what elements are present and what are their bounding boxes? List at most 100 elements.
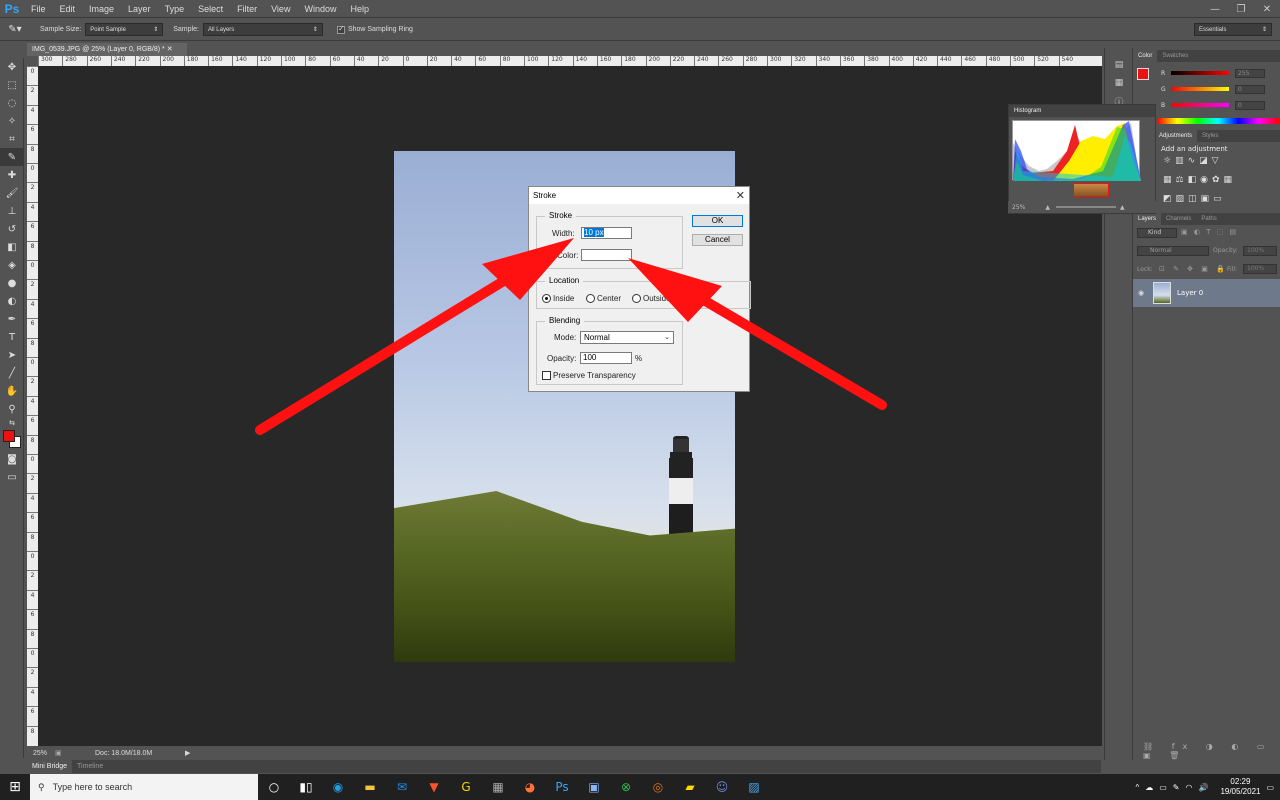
calculator-icon[interactable]: ▦ (482, 774, 514, 800)
width-input[interactable]: 10 px (581, 227, 632, 239)
cancel-button[interactable]: Cancel (692, 234, 743, 246)
layers-opacity-input[interactable]: 100% (1243, 246, 1277, 256)
exposure-icon[interactable]: ◪ (1199, 156, 1208, 166)
menu-window[interactable]: Window (297, 0, 343, 18)
menu-image[interactable]: Image (82, 0, 121, 18)
export-icon[interactable]: ▣ (55, 749, 65, 757)
tab-swatches[interactable]: Swatches (1157, 50, 1193, 62)
zoom-out-icon[interactable]: ▲ (1045, 204, 1052, 211)
status-menu-arrow-icon[interactable]: ▶ (185, 749, 190, 757)
taskbar-search-box[interactable]: ⚲ Type here to search (30, 774, 258, 800)
slider-r-track[interactable] (1171, 71, 1229, 75)
photo-filter-icon[interactable]: ◉ (1200, 175, 1208, 185)
curves-icon[interactable]: ∿ (1188, 156, 1196, 166)
tray-chevron-icon[interactable]: ^ (1135, 783, 1139, 792)
move-tool-icon[interactable]: ✥ (0, 58, 24, 76)
workspace-select[interactable]: Essentials ⇕ (1194, 23, 1272, 36)
slider-b[interactable]: B 0 (1161, 100, 1279, 110)
sample-select[interactable]: All Layers ⇕ (202, 23, 323, 36)
edge-icon[interactable]: ◉ (322, 774, 354, 800)
foreground-color-swatch[interactable] (3, 430, 15, 442)
menu-file[interactable]: File (24, 0, 53, 18)
pen-tool-icon[interactable]: ✒ (0, 310, 24, 328)
slider-b-track[interactable] (1171, 103, 1229, 107)
channel-b-value[interactable]: 0 (1235, 100, 1265, 110)
blender-icon[interactable]: ◎ (642, 774, 674, 800)
channel-g-value[interactable]: 0 (1235, 84, 1265, 94)
zoom-tool-icon[interactable]: ⚲ (0, 400, 24, 418)
show-sampling-ring-checkbox[interactable]: Show Sampling Ring (336, 24, 413, 34)
bw-icon[interactable]: ◧ (1188, 175, 1197, 185)
tab-channels[interactable]: Channels (1161, 213, 1196, 225)
photos-icon[interactable]: ▨ (738, 774, 770, 800)
gitkraken-icon[interactable]: G (450, 774, 482, 800)
eyedropper-tool-icon[interactable]: ✎ (0, 148, 24, 166)
channel-mixer-icon[interactable]: ✿ (1212, 175, 1220, 185)
layer-bottom-icons[interactable]: ⛓ fx ◑ ◐ ▭ ▣ 🗑 (1143, 742, 1280, 760)
remote-desktop-icon[interactable]: ▣ (578, 774, 610, 800)
tab-mini-bridge[interactable]: Mini Bridge (27, 760, 73, 773)
close-window-button[interactable]: ✕ (1254, 0, 1280, 18)
center-radio[interactable] (586, 294, 595, 303)
lasso-tool-icon[interactable]: ◌ (0, 94, 24, 112)
navigator-slider[interactable] (1055, 206, 1116, 208)
close-icon[interactable]: ✕ (167, 46, 173, 53)
hand-tool-icon[interactable]: ✋ (0, 382, 24, 400)
opacity-input[interactable]: 100 (580, 352, 632, 364)
quick-mask-icon[interactable]: ◙ (0, 450, 24, 468)
healing-brush-icon[interactable]: ✚ (0, 166, 24, 184)
tab-timeline[interactable]: Timeline (72, 763, 108, 770)
brush-tool-icon[interactable]: 🖌 (0, 184, 24, 202)
channel-r-value[interactable]: 255 (1235, 68, 1265, 78)
volume-icon[interactable]: 🔊 (1198, 783, 1208, 792)
windows-start-icon[interactable]: ⊞ (0, 774, 30, 800)
hue-sat-icon[interactable]: ▦ (1163, 175, 1172, 185)
menu-filter[interactable]: Filter (230, 0, 264, 18)
color-lookup-icon[interactable]: ▦ (1224, 175, 1233, 185)
document-tab[interactable]: IMG_0539.JPG @ 25% (Layer 0, RGB/8) * ✕ (27, 43, 187, 56)
stroke-color-swatch[interactable] (581, 249, 632, 261)
lock-icons[interactable]: ⊡ ✎ ✥ ▣ 🔒 (1159, 265, 1228, 273)
threshold-icon[interactable]: ◫ (1188, 194, 1197, 204)
inside-radio[interactable] (542, 294, 551, 303)
navigator-thumbnail[interactable] (1073, 183, 1109, 197)
layer-kind-filter[interactable]: Kind (1137, 228, 1177, 238)
ok-button[interactable]: OK (692, 215, 743, 227)
outside-radio[interactable] (632, 294, 641, 303)
sticky-notes-icon[interactable]: ▰ (674, 774, 706, 800)
slider-r[interactable]: R 255 (1161, 68, 1279, 78)
slider-g[interactable]: G 0 (1161, 84, 1279, 94)
zoom-level[interactable]: 25% (27, 750, 55, 757)
screen-mode-icon[interactable]: ▭ (0, 468, 24, 486)
vibrance-icon[interactable]: ▽ (1212, 156, 1219, 166)
history-icon[interactable]: ▤ (1105, 56, 1133, 74)
tab-styles[interactable]: Styles (1197, 130, 1223, 142)
brave-icon[interactable]: ▼ (418, 774, 450, 800)
type-tool-icon[interactable]: T (0, 328, 24, 346)
history-brush-icon[interactable]: ↺ (0, 220, 24, 238)
menu-help[interactable]: Help (343, 0, 376, 18)
invert-icon[interactable]: ◩ (1163, 194, 1172, 204)
properties-icon[interactable]: ▦ (1105, 74, 1133, 92)
gradient-map-icon[interactable]: ▭ (1213, 194, 1222, 204)
path-select-icon[interactable]: ➤ (0, 346, 24, 364)
preserve-transparency-checkbox[interactable] (542, 371, 551, 380)
quick-select-tool-icon[interactable]: ✧ (0, 112, 24, 130)
color-spectrum-bar[interactable] (1157, 118, 1279, 124)
blend-mode-select[interactable]: Normal (1137, 246, 1209, 256)
mail-icon[interactable]: ✉ (386, 774, 418, 800)
wifi-icon[interactable]: ◠ (1185, 783, 1192, 792)
paint-bucket-icon[interactable]: ◈ (0, 256, 24, 274)
tab-layers[interactable]: Layers (1133, 213, 1162, 225)
photoshop-taskbar-icon[interactable]: Ps (546, 774, 578, 800)
notifications-icon[interactable]: ▭ (1266, 783, 1274, 792)
clone-stamp-icon[interactable]: ⊥ (0, 202, 24, 220)
network-icon[interactable]: ▭ (1159, 783, 1167, 792)
swap-colors-icon[interactable]: ⇆ (0, 418, 24, 428)
eyedropper-tool-icon[interactable]: ✎▾ (0, 24, 30, 35)
selective-color-icon[interactable]: ▣ (1201, 194, 1210, 204)
zoom-in-icon[interactable]: ▲ (1120, 204, 1125, 211)
layer-row[interactable]: ◉ Layer 0 (1133, 279, 1280, 307)
layer-filter-icons[interactable]: ▣ ◐ T ⬚ ▤ (1181, 228, 1238, 236)
file-explorer-icon[interactable]: ▬ (354, 774, 386, 800)
